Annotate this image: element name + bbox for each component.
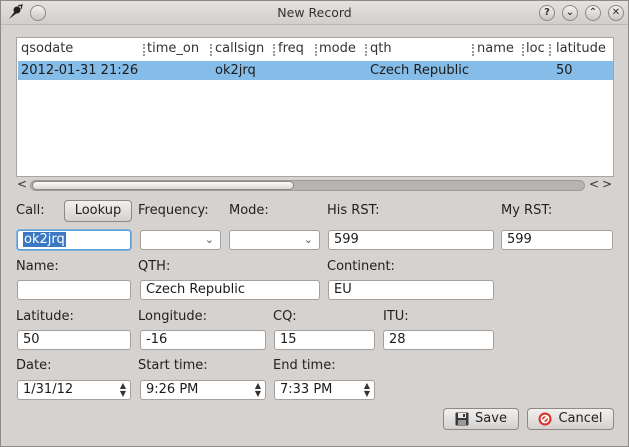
column-separator[interactable] (365, 44, 367, 56)
name-label: Name: (16, 259, 59, 274)
column-header-loc[interactable]: loc (526, 41, 545, 56)
cq-label: CQ: (273, 309, 297, 324)
end-time-label: End time: (273, 358, 336, 373)
save-label: Save (475, 411, 507, 426)
cancel-icon (538, 412, 552, 425)
column-header-time-on[interactable]: time_on (147, 41, 199, 56)
cell-latitude: 50 (556, 63, 573, 78)
his-rst-label: His RST: (327, 203, 380, 218)
spin-arrows-icon[interactable]: ▲ ▼ (120, 382, 126, 398)
longitude-label: Longitude: (138, 309, 208, 324)
latitude-label: Latitude: (16, 309, 74, 324)
column-header-latitude[interactable]: latitude (556, 41, 606, 56)
start-time-label: Start time: (138, 358, 208, 373)
column-header-freq[interactable]: freq (278, 41, 304, 56)
column-header-qth[interactable]: qth (370, 41, 392, 56)
cell-qsodate: 2012-01-31 21:26 (21, 63, 139, 78)
records-table[interactable]: qsodate time_on callsign freq mode qth n… (16, 37, 614, 177)
latitude-input[interactable]: 50 (17, 330, 131, 350)
itu-input[interactable]: 28 (383, 330, 494, 350)
start-time-value: 9:26 PM (146, 382, 199, 397)
column-separator[interactable] (143, 44, 145, 56)
save-button[interactable]: Save (443, 408, 519, 430)
date-value: 1/31/12 (23, 382, 74, 397)
scroll-left-arrow-end[interactable]: < (588, 178, 600, 192)
scroll-left-arrow[interactable]: < (16, 178, 28, 192)
his-rst-input[interactable]: 599 (328, 230, 494, 250)
chevron-down-icon: ⌄ (303, 233, 313, 246)
scroll-right-arrow[interactable]: > (601, 178, 613, 192)
chevron-down-icon: ⌄ (204, 233, 214, 246)
frequency-combo[interactable]: ⌄ (140, 230, 221, 250)
cell-callsign: ok2jrq (215, 63, 256, 78)
continent-label: Continent: (327, 259, 395, 274)
continent-input[interactable]: EU (328, 280, 494, 300)
spin-arrows-icon[interactable]: ▲ ▼ (364, 382, 370, 398)
column-header-callsign[interactable]: callsign (215, 41, 264, 56)
column-separator[interactable] (210, 44, 212, 56)
table-header: qsodate time_on callsign freq mode qth n… (17, 38, 613, 60)
longitude-input[interactable]: -16 (140, 330, 266, 350)
column-separator[interactable] (472, 44, 474, 56)
qth-label: QTH: (138, 259, 171, 274)
scrollbar-track[interactable] (30, 180, 585, 191)
title-bar: New Record ? ⌄ ⌃ ✕ (1, 1, 628, 25)
my-rst-label: My RST: (501, 203, 553, 218)
column-header-name[interactable]: name (477, 41, 514, 56)
column-separator[interactable] (549, 44, 551, 56)
scrollbar-thumb[interactable] (32, 181, 294, 190)
spin-arrows-icon[interactable]: ▲ ▼ (255, 382, 261, 398)
name-input[interactable] (17, 280, 131, 300)
start-time-spinbox[interactable]: 9:26 PM ▲ ▼ (140, 380, 266, 400)
cq-input[interactable]: 15 (274, 330, 375, 350)
call-input-value: ok2jrq (23, 232, 66, 247)
new-record-dialog: New Record ? ⌄ ⌃ ✕ qsodate time_on calls… (0, 0, 629, 447)
window-title: New Record (277, 5, 352, 20)
column-header-qsodate[interactable]: qsodate (21, 41, 73, 56)
horizontal-scrollbar[interactable]: < < > (16, 178, 614, 192)
cancel-button[interactable]: Cancel (527, 408, 614, 430)
cell-qth: Czech Republic (370, 63, 469, 78)
close-button[interactable]: ✕ (608, 5, 624, 21)
mode-combo[interactable]: ⌄ (229, 230, 320, 250)
help-button[interactable]: ? (539, 5, 555, 21)
column-header-mode[interactable]: mode (319, 41, 356, 56)
cancel-label: Cancel (558, 411, 603, 426)
frequency-label: Frequency: (138, 203, 209, 218)
my-rst-input[interactable]: 599 (501, 230, 613, 250)
column-separator[interactable] (522, 44, 524, 56)
end-time-value: 7:33 PM (280, 382, 333, 397)
maximize-button[interactable]: ⌃ (585, 5, 601, 21)
qth-input[interactable]: Czech Republic (140, 280, 320, 300)
mode-label: Mode: (229, 203, 269, 218)
date-label: Date: (16, 358, 52, 373)
date-spinbox[interactable]: 1/31/12 ▲ ▼ (17, 380, 131, 400)
itu-label: ITU: (383, 309, 409, 324)
minimize-button[interactable]: ⌄ (562, 5, 578, 21)
floppy-disk-icon (455, 412, 469, 425)
call-label: Call: (16, 203, 45, 218)
column-separator[interactable] (273, 44, 275, 56)
column-separator[interactable] (315, 44, 317, 56)
call-input[interactable]: ok2jrq (17, 230, 131, 250)
end-time-spinbox[interactable]: 7:33 PM ▲ ▼ (274, 380, 375, 400)
lookup-button[interactable]: Lookup (64, 200, 132, 222)
